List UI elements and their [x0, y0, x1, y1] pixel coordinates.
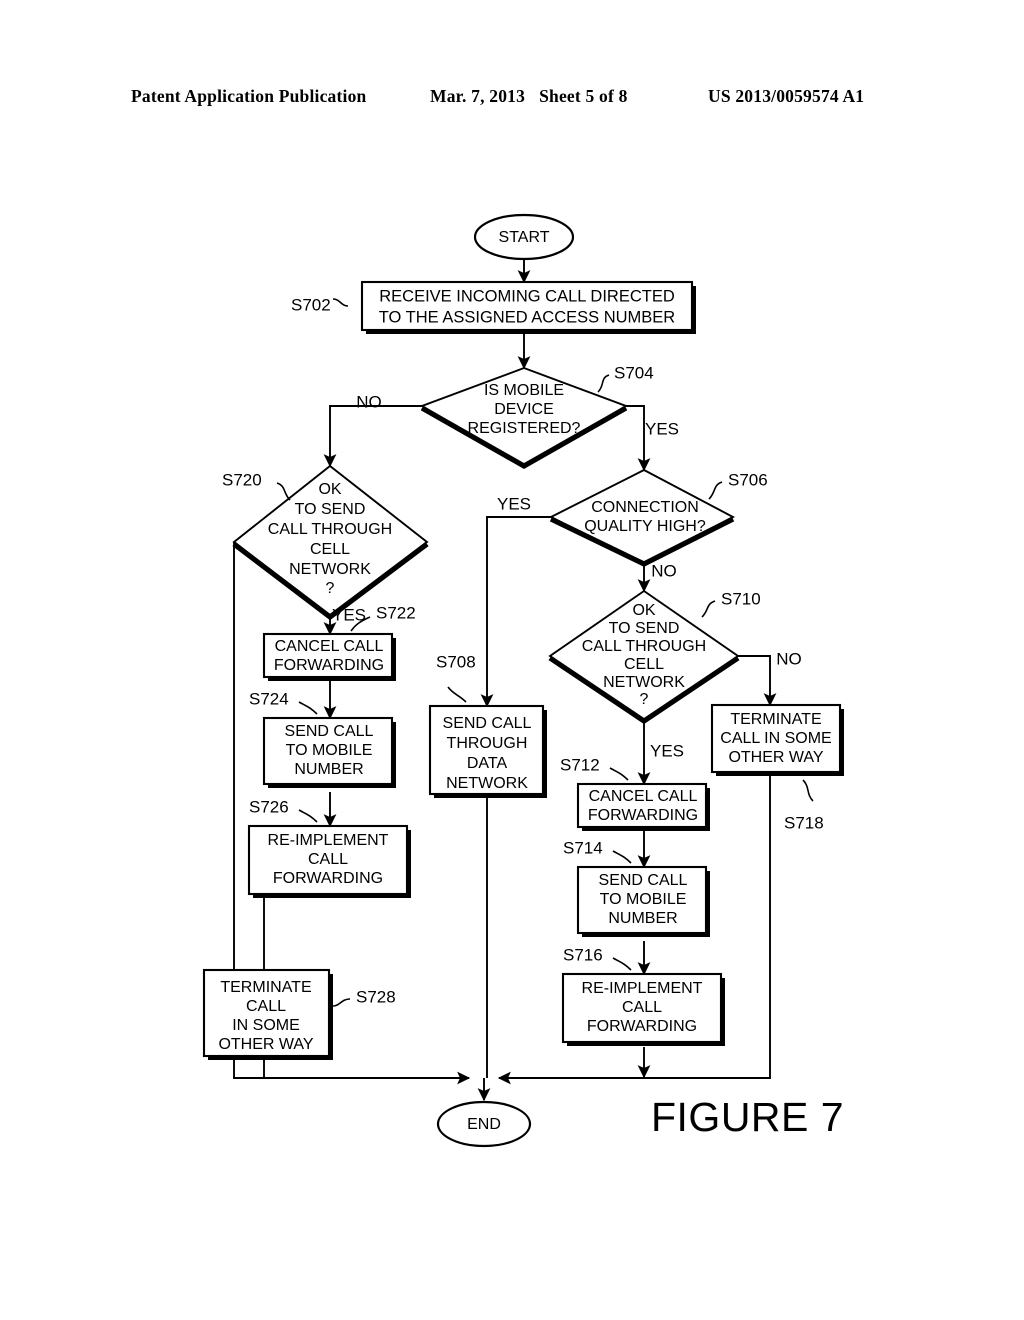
s710-no-label: NO: [776, 649, 802, 668]
end-label: END: [467, 1116, 501, 1133]
s724-line-0: SEND CALL: [285, 723, 374, 740]
s718-line-0: TERMINATE: [730, 711, 821, 728]
s710-line-3: CELL: [624, 656, 664, 673]
s720-line-3: CELL: [310, 541, 350, 558]
s712-leader: [609, 767, 629, 781]
s728-line-2: IN SOME: [232, 1017, 300, 1034]
node-s704: IS MOBILE DEVICE REGISTERED? S704 NO YES: [356, 363, 679, 469]
node-s718: TERMINATE CALL IN SOME OTHER WAY S718: [710, 703, 844, 832]
s704-ref: S704: [614, 363, 654, 382]
s714-line-2: NUMBER: [608, 910, 677, 927]
s714-ref: S714: [563, 838, 603, 857]
conn-s706-yes-to-s708: [480, 516, 551, 708]
s706-ref: S706: [728, 470, 768, 489]
s722-ref: S722: [376, 603, 416, 622]
s704-no-label: NO: [356, 392, 382, 411]
s708-line-3: NETWORK: [446, 775, 528, 792]
node-s702: RECEIVE INCOMING CALL DIRECTED TO THE AS…: [291, 280, 696, 334]
s720-line-0: OK: [318, 481, 341, 498]
s712-ref: S712: [560, 755, 600, 774]
conn-s704-no-to-s720: [323, 405, 422, 468]
node-s714: SEND CALL TO MOBILE NUMBER S714: [563, 838, 710, 937]
s726-line-2: FORWARDING: [273, 870, 383, 887]
s706-line-0: CONNECTION: [591, 499, 699, 516]
s706-yes-label: YES: [497, 494, 531, 513]
s708-line-1: THROUGH: [447, 735, 528, 752]
s710-line-4: NETWORK: [603, 674, 685, 691]
s714-line-1: TO MOBILE: [600, 891, 687, 908]
s724-ref: S724: [249, 689, 289, 708]
node-s724: SEND CALL TO MOBILE NUMBER S724: [249, 689, 396, 788]
node-s728: TERMINATE CALL IN SOME OTHER WAY S728: [202, 968, 396, 1060]
s726-line-0: RE-IMPLEMENT: [268, 832, 389, 849]
node-start: START: [473, 213, 575, 261]
node-end: END: [436, 1100, 532, 1148]
s728-line-3: OTHER WAY: [218, 1036, 313, 1053]
s706-no-label: NO: [651, 561, 677, 580]
s728-line-1: CALL: [246, 998, 286, 1015]
s704-line-1: DEVICE: [494, 401, 554, 418]
s712-line-0: CANCEL CALL: [589, 788, 698, 805]
s720-leader: [276, 482, 291, 501]
s704-line-0: IS MOBILE: [484, 382, 564, 399]
s726-leader: [298, 809, 318, 823]
node-s708: SEND CALL THROUGH DATA NETWORK S708: [428, 652, 547, 798]
s718-line-2: OTHER WAY: [728, 749, 823, 766]
s722-line-1: FORWARDING: [274, 657, 384, 674]
start-label: START: [499, 229, 550, 246]
s710-yes-label: YES: [650, 741, 684, 760]
flowchart-diagram: START RECEIVE INCOMING CALL DIRECTED TO …: [202, 213, 844, 1148]
s716-leader: [612, 957, 632, 971]
s716-line-0: RE-IMPLEMENT: [582, 980, 703, 997]
s708-line-0: SEND CALL: [443, 715, 532, 732]
s708-line-2: DATA: [467, 755, 508, 772]
s718-ref: S718: [784, 813, 824, 832]
s710-line-5: ?: [640, 691, 649, 708]
s720-line-1: TO SEND: [295, 501, 366, 518]
s702-leader: [332, 298, 349, 307]
s710-line-1: TO SEND: [609, 620, 680, 637]
conn-s710-no-to-s718: [738, 655, 777, 707]
s724-leader: [298, 701, 318, 715]
s702-ref: S702: [291, 295, 331, 314]
s726-line-1: CALL: [308, 851, 348, 868]
s716-line-2: FORWARDING: [587, 1018, 697, 1035]
s720-line-4: NETWORK: [289, 561, 371, 578]
patent-page: Patent Application Publication Mar. 7, 2…: [0, 0, 1024, 1320]
s728-line-0: TERMINATE: [220, 979, 311, 996]
s708-ref: S708: [436, 652, 476, 671]
s714-line-0: SEND CALL: [599, 872, 688, 889]
s718-leader: [802, 779, 814, 802]
s720-ref: S720: [222, 470, 262, 489]
conn-s704-yes-to-s706: [626, 405, 651, 472]
node-s706: CONNECTION QUALITY HIGH? S706 YES NO: [497, 468, 768, 580]
s720-line-5: ?: [326, 580, 335, 597]
s706-line-1: QUALITY HIGH?: [584, 518, 706, 535]
s712-line-1: FORWARDING: [588, 807, 698, 824]
s726-ref: S726: [249, 797, 289, 816]
s714-leader: [612, 850, 632, 864]
s720-line-2: CALL THROUGH: [268, 521, 392, 538]
s718-line-1: CALL IN SOME: [720, 730, 831, 747]
s702-line-1: TO THE ASSIGNED ACCESS NUMBER: [379, 308, 676, 326]
s710-line-0: OK: [632, 602, 655, 619]
s722-line-0: CANCEL CALL: [275, 638, 384, 655]
s724-line-1: TO MOBILE: [286, 742, 373, 759]
s710-leader: [701, 600, 716, 618]
s724-line-2: NUMBER: [294, 761, 363, 778]
s728-ref: S728: [356, 987, 396, 1006]
node-s712: CANCEL CALL FORWARDING S712: [560, 755, 710, 831]
node-s720: OK TO SEND CALL THROUGH CELL NETWORK ? S…: [222, 464, 429, 624]
s708-leader: [447, 686, 467, 703]
s728-leader: [332, 998, 351, 1007]
s706-leader: [708, 481, 723, 500]
s702-line-0: RECEIVE INCOMING CALL DIRECTED: [379, 287, 675, 305]
s704-leader: [597, 374, 610, 393]
s710-ref: S710: [721, 589, 761, 608]
s716-line-1: CALL: [622, 999, 662, 1016]
s710-line-2: CALL THROUGH: [582, 638, 706, 655]
s716-ref: S716: [563, 945, 603, 964]
s704-yes-label: YES: [645, 419, 679, 438]
s704-line-2: REGISTERED?: [468, 420, 581, 437]
